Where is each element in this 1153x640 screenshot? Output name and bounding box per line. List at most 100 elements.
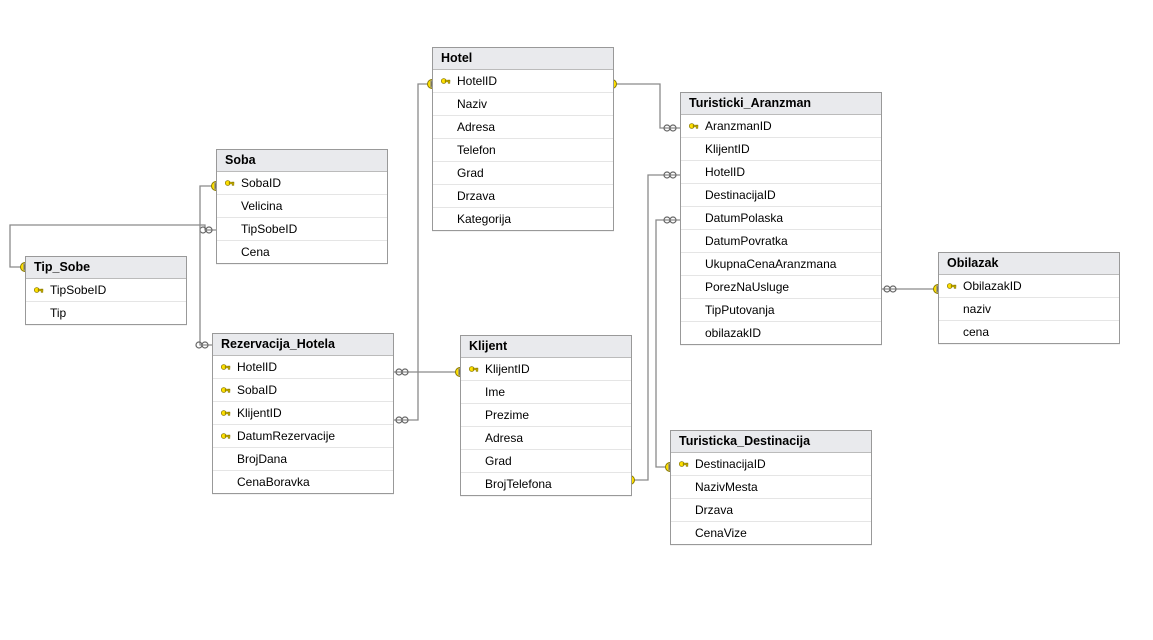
- table-rezervacija-hotela[interactable]: Rezervacija_Hotela HotelID SobaID Klijen…: [212, 333, 394, 494]
- table-title: Soba: [217, 150, 387, 172]
- column-name: TipSobeID: [239, 222, 297, 236]
- table-obilazak[interactable]: Obilazak ObilazakID naziv cena: [938, 252, 1120, 344]
- column-name: Cena: [239, 245, 270, 259]
- column-row[interactable]: ObilazakID: [939, 275, 1119, 298]
- column-row[interactable]: AranzmanID: [681, 115, 881, 138]
- column-row[interactable]: Adresa: [461, 427, 631, 450]
- column-row[interactable]: Prezime: [461, 404, 631, 427]
- column-row[interactable]: TipPutovanja: [681, 299, 881, 322]
- table-title: Turisticka_Destinacija: [671, 431, 871, 453]
- column-row[interactable]: HotelID: [681, 161, 881, 184]
- column-name: DestinacijaID: [703, 188, 776, 202]
- column-name: DestinacijaID: [693, 457, 766, 471]
- key-icon: [220, 430, 232, 442]
- column-name: Tip: [48, 306, 66, 320]
- column-row[interactable]: BrojDana: [213, 448, 393, 471]
- key-icon: [468, 363, 480, 375]
- key-icon: [220, 407, 232, 419]
- column-row[interactable]: Drzava: [433, 185, 613, 208]
- table-tip-sobe[interactable]: Tip_Sobe TipSobeID Tip: [25, 256, 187, 325]
- column-row[interactable]: TipSobeID: [217, 218, 387, 241]
- column-name: Prezime: [483, 408, 529, 422]
- column-row[interactable]: Naziv: [433, 93, 613, 116]
- column-name: Grad: [455, 166, 484, 180]
- column-row[interactable]: Velicina: [217, 195, 387, 218]
- column-row[interactable]: Kategorija: [433, 208, 613, 230]
- column-name: HotelID: [455, 74, 497, 88]
- column-row[interactable]: UkupnaCenaAranzmana: [681, 253, 881, 276]
- column-name: Grad: [483, 454, 512, 468]
- table-turisticki-aranzman[interactable]: Turisticki_Aranzman AranzmanID KlijentID…: [680, 92, 882, 345]
- column-row[interactable]: DatumPolaska: [681, 207, 881, 230]
- key-icon: [440, 75, 452, 87]
- column-name: Ime: [483, 385, 505, 399]
- column-row[interactable]: Ime: [461, 381, 631, 404]
- table-soba[interactable]: Soba SobaID Velicina TipSobeID Cena: [216, 149, 388, 264]
- table-title: Turisticki_Aranzman: [681, 93, 881, 115]
- column-row[interactable]: KlijentID: [681, 138, 881, 161]
- column-row[interactable]: CenaBoravka: [213, 471, 393, 493]
- column-row[interactable]: Tip: [26, 302, 186, 324]
- table-hotel[interactable]: Hotel HotelID Naziv Adresa Telefon Grad …: [432, 47, 614, 231]
- column-name: Adresa: [455, 120, 495, 134]
- column-row[interactable]: PorezNaUsluge: [681, 276, 881, 299]
- column-name: Naziv: [455, 97, 487, 111]
- column-name: BrojTelefona: [483, 477, 552, 491]
- column-name: KlijentID: [483, 362, 530, 376]
- column-row[interactable]: TipSobeID: [26, 279, 186, 302]
- column-row[interactable]: SobaID: [217, 172, 387, 195]
- pk-icon-cell: [221, 177, 239, 189]
- column-name: TipPutovanja: [703, 303, 775, 317]
- column-name: HotelID: [703, 165, 745, 179]
- column-name: UkupnaCenaAranzmana: [703, 257, 836, 271]
- column-name: TipSobeID: [48, 283, 106, 297]
- column-row[interactable]: Drzava: [671, 499, 871, 522]
- column-name: Telefon: [455, 143, 496, 157]
- column-row[interactable]: Cena: [217, 241, 387, 263]
- column-name: CenaBoravka: [235, 475, 310, 489]
- column-row[interactable]: NazivMesta: [671, 476, 871, 499]
- key-icon: [220, 361, 232, 373]
- column-row[interactable]: obilazakID: [681, 322, 881, 344]
- column-row[interactable]: SobaID: [213, 379, 393, 402]
- column-row[interactable]: HotelID: [213, 356, 393, 379]
- column-name: Kategorija: [455, 212, 511, 226]
- column-name: obilazakID: [703, 326, 761, 340]
- column-row[interactable]: cena: [939, 321, 1119, 343]
- column-name: SobaID: [239, 176, 281, 190]
- column-name: NazivMesta: [693, 480, 758, 494]
- column-name: SobaID: [235, 383, 277, 397]
- column-row[interactable]: CenaVize: [671, 522, 871, 544]
- column-row[interactable]: DatumRezervacije: [213, 425, 393, 448]
- table-title: Tip_Sobe: [26, 257, 186, 279]
- column-row[interactable]: DestinacijaID: [671, 453, 871, 476]
- column-row[interactable]: Grad: [433, 162, 613, 185]
- table-klijent[interactable]: Klijent KlijentID Ime Prezime Adresa Gra…: [460, 335, 632, 496]
- table-title: Obilazak: [939, 253, 1119, 275]
- column-row[interactable]: KlijentID: [461, 358, 631, 381]
- key-icon: [33, 284, 45, 296]
- column-row[interactable]: Telefon: [433, 139, 613, 162]
- column-row[interactable]: HotelID: [433, 70, 613, 93]
- column-row[interactable]: Adresa: [433, 116, 613, 139]
- column-row[interactable]: KlijentID: [213, 402, 393, 425]
- column-name: HotelID: [235, 360, 277, 374]
- column-name: BrojDana: [235, 452, 287, 466]
- table-title: Rezervacija_Hotela: [213, 334, 393, 356]
- table-title: Hotel: [433, 48, 613, 70]
- column-name: Velicina: [239, 199, 282, 213]
- column-row[interactable]: naziv: [939, 298, 1119, 321]
- column-row[interactable]: DatumPovratka: [681, 230, 881, 253]
- column-name: Drzava: [455, 189, 495, 203]
- column-name: AranzmanID: [703, 119, 772, 133]
- column-row[interactable]: Grad: [461, 450, 631, 473]
- column-name: Adresa: [483, 431, 523, 445]
- column-name: DatumPolaska: [703, 211, 783, 225]
- column-name: KlijentID: [703, 142, 750, 156]
- key-icon: [224, 177, 236, 189]
- column-row[interactable]: DestinacijaID: [681, 184, 881, 207]
- column-row[interactable]: BrojTelefona: [461, 473, 631, 495]
- column-name: DatumRezervacije: [235, 429, 335, 443]
- key-icon: [688, 120, 700, 132]
- table-turisticka-destinacija[interactable]: Turisticka_Destinacija DestinacijaID Naz…: [670, 430, 872, 545]
